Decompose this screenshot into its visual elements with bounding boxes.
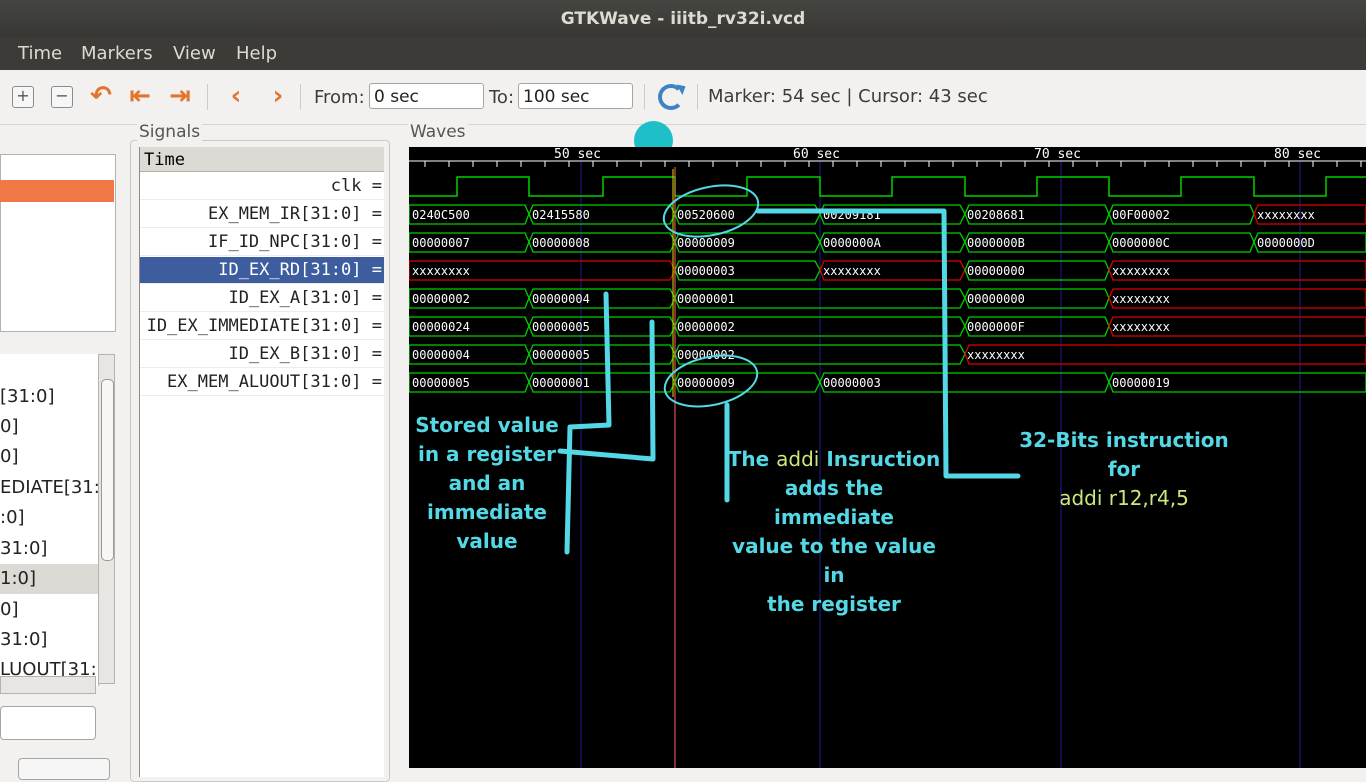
- annotation-line: in a register: [417, 442, 556, 466]
- annotation-line: for: [1107, 457, 1141, 481]
- annotation-addi-instruction: The addi Insruction adds the immediate v…: [722, 445, 946, 619]
- annotation-highlight: addi r12,r4,5: [1059, 486, 1189, 510]
- annotation-line: 32-Bits instruction: [1019, 428, 1229, 452]
- stroke-ir-connector: [755, 208, 1021, 479]
- annotation-line: the register: [767, 592, 901, 616]
- annotation-line: and an: [448, 471, 526, 495]
- annotation-line: Stored value: [415, 413, 559, 437]
- annotation-line: value to the value in: [732, 534, 936, 587]
- stroke-a-connector: [564, 291, 612, 555]
- annotation-text: The: [727, 447, 777, 471]
- annotation-32bit-instruction: 32-Bits instruction for addi r12,r4,5: [1014, 426, 1234, 513]
- annotation-stored-value: Stored value in a register and an immedi…: [412, 411, 562, 556]
- annotation-line: The addi Insruction: [722, 445, 946, 474]
- annotation-highlight: addi: [776, 447, 820, 471]
- annotation-line: adds the immediate: [774, 476, 894, 529]
- annotation-strokes: [557, 208, 1021, 555]
- annotation-text: Insruction: [819, 447, 941, 471]
- annotation-line: immediate: [427, 500, 547, 524]
- annotation-line: value: [456, 529, 518, 553]
